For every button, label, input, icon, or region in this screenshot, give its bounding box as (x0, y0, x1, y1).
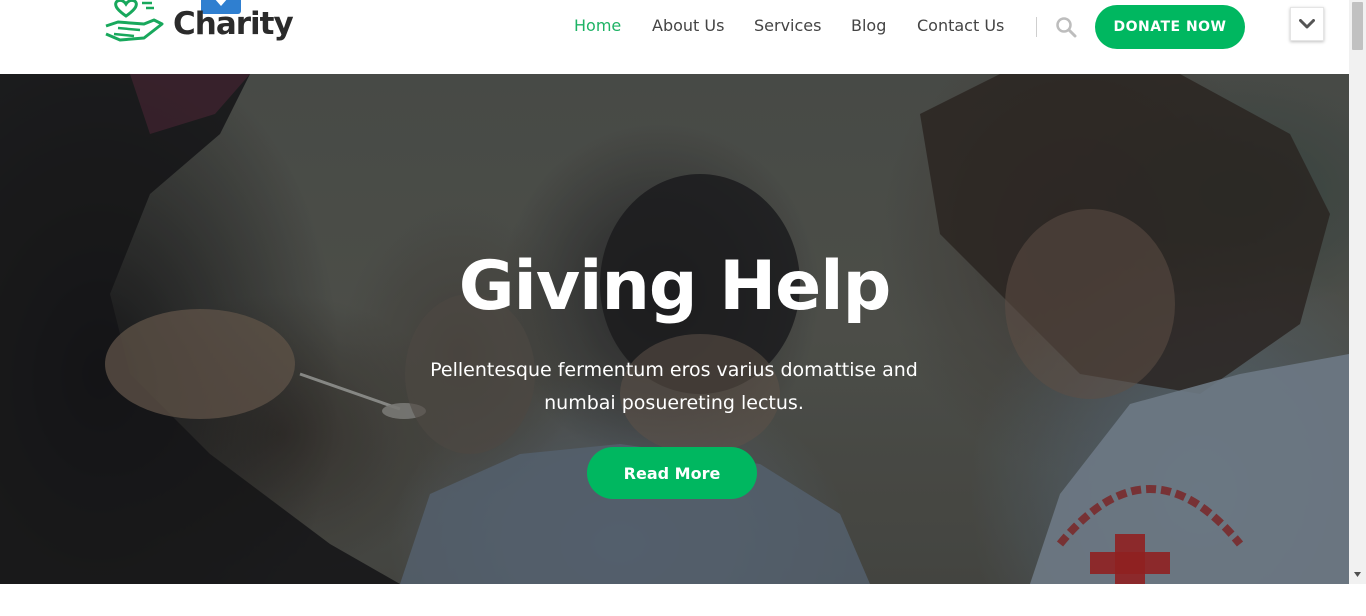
nav-contact-us[interactable]: Contact Us (917, 16, 1004, 36)
chevron-down-icon (1299, 19, 1315, 29)
nav-blog[interactable]: Blog (851, 16, 886, 36)
nav-services[interactable]: Services (754, 16, 821, 36)
scrollbar-thumb[interactable] (1352, 2, 1363, 50)
scrollbar[interactable] (1349, 0, 1366, 584)
page: Charity Home About Us Services Blog Cont… (0, 0, 1366, 616)
nav-home[interactable]: Home (574, 16, 621, 36)
logo-text: Charity (173, 6, 294, 42)
nav-about-us[interactable]: About Us (652, 16, 724, 36)
donate-now-button[interactable]: DONATE NOW (1095, 5, 1245, 49)
scroll-down-arrow-icon[interactable] (1353, 570, 1362, 579)
search-icon[interactable] (1055, 16, 1077, 38)
hero-banner: Giving Help Pellentesque fermentum eros … (0, 74, 1349, 584)
logo[interactable]: Charity (104, 0, 294, 54)
hand-heart-icon (105, 0, 164, 42)
hero-title: Giving Help (458, 247, 892, 326)
read-more-button[interactable]: Read More (587, 447, 757, 499)
nav-divider (1036, 17, 1037, 37)
menu-toggle-button[interactable] (1290, 7, 1324, 41)
page-bottom (0, 584, 1366, 616)
hero-overlay (0, 74, 1349, 584)
site-header: Charity Home About Us Services Blog Cont… (0, 0, 1349, 74)
hero-subtitle: Pellentesque fermentum eros varius domat… (430, 359, 918, 414)
